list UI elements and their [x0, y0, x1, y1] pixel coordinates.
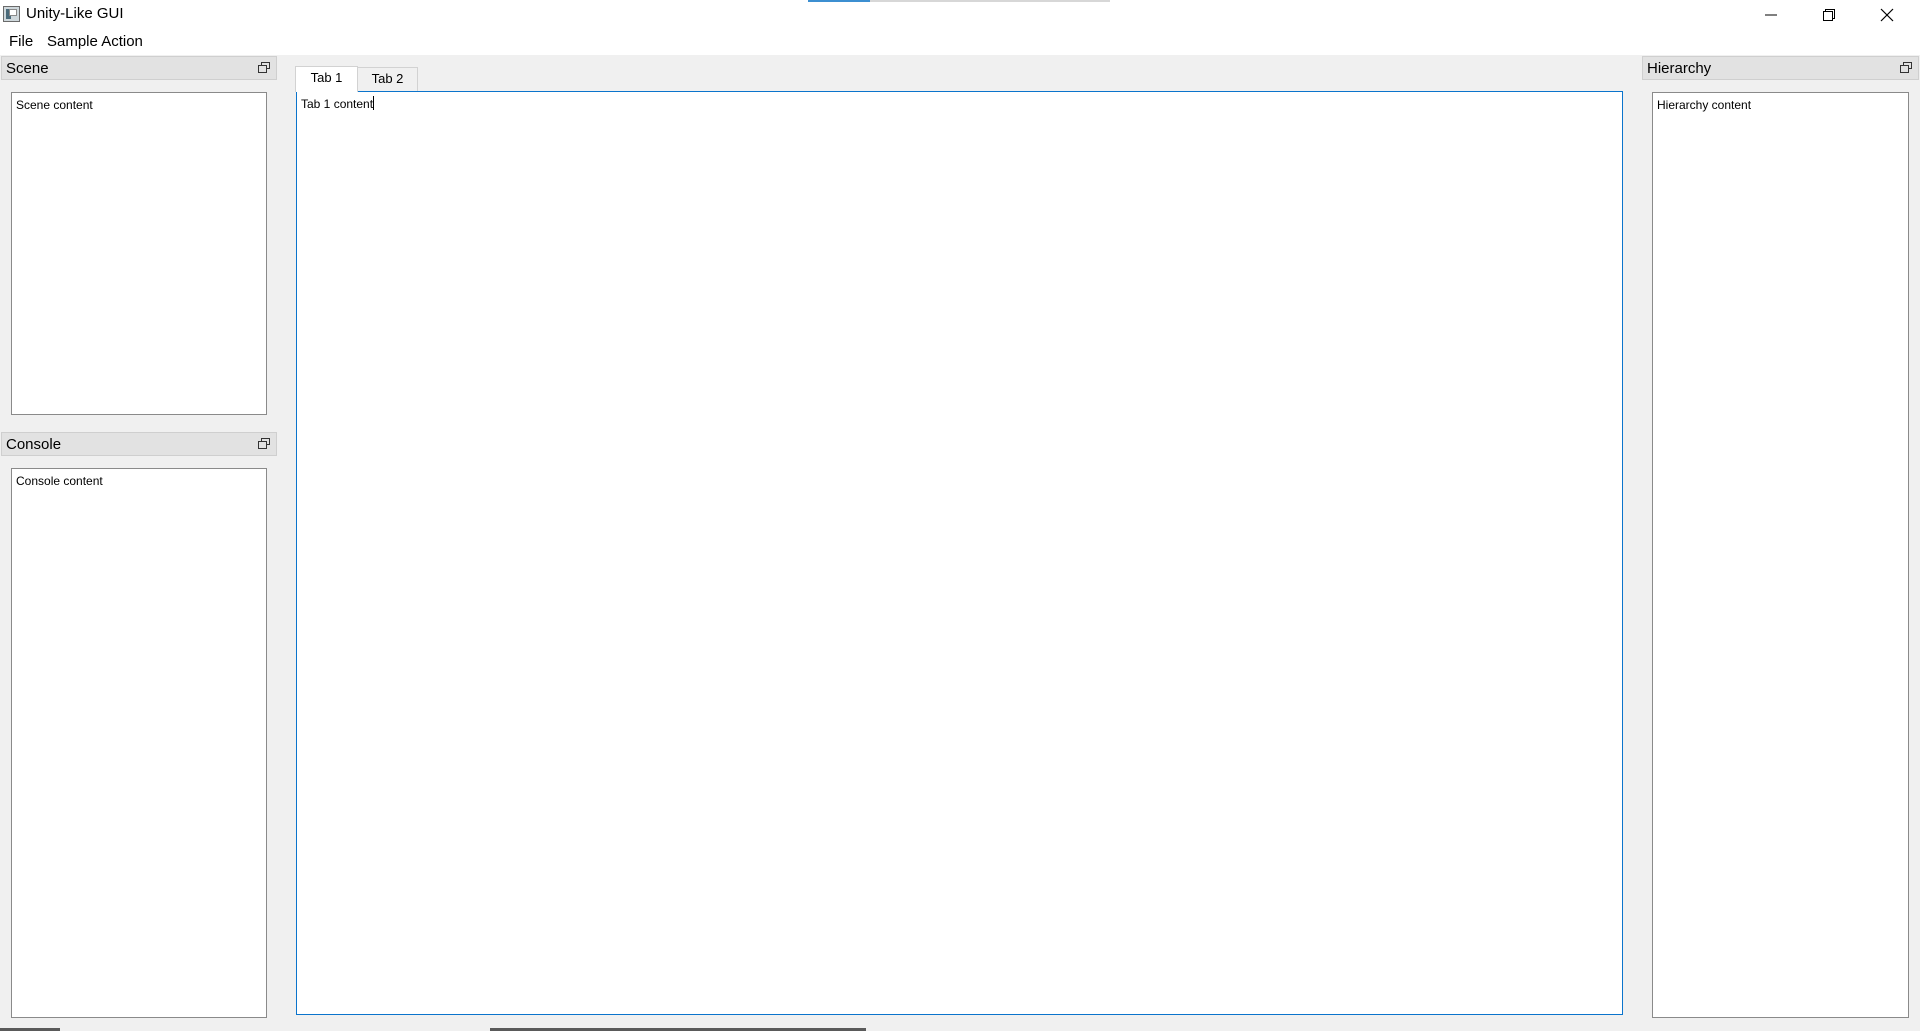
close-button[interactable] [1858, 0, 1916, 29]
tab-2[interactable]: Tab 2 [357, 67, 418, 91]
hierarchy-content: Hierarchy content [1657, 98, 1752, 112]
tab-1-content: Tab 1 content [301, 97, 374, 111]
scene-dock-title: Scene [6, 60, 49, 77]
app-icon [3, 6, 20, 22]
taskbar-focus-indicator [808, 0, 870, 2]
menu-file[interactable]: File [8, 33, 34, 51]
scene-content: Scene content [16, 98, 93, 112]
text-caret [373, 96, 375, 110]
hierarchy-dock-header[interactable]: Hierarchy [1642, 56, 1919, 80]
console-dock-header[interactable]: Console [1, 432, 277, 456]
console-panel[interactable]: Console content [11, 468, 267, 1018]
hierarchy-dock-title: Hierarchy [1647, 60, 1712, 77]
float-window-icon[interactable] [258, 438, 270, 449]
restore-button[interactable] [1800, 0, 1858, 29]
minimize-icon [1765, 14, 1777, 15]
float-window-icon[interactable] [258, 62, 270, 73]
taskbar-indicator-track [870, 0, 1110, 2]
console-dock-title: Console [6, 436, 62, 453]
float-window-icon[interactable] [1900, 62, 1912, 73]
console-content: Console content [16, 474, 103, 488]
restore-icon [1823, 8, 1835, 21]
scene-dock-header[interactable]: Scene [1, 56, 277, 80]
menu-sample-action[interactable]: Sample Action [46, 33, 144, 51]
close-icon [1880, 8, 1894, 21]
menu-bar: File Sample Action [0, 29, 1920, 55]
tab-1-content-line: Tab 1 content [301, 96, 375, 112]
minimize-button[interactable] [1742, 0, 1800, 29]
scene-panel[interactable]: Scene content [11, 92, 267, 415]
tab-1[interactable]: Tab 1 [295, 66, 358, 92]
title-bar: Unity-Like GUI [0, 0, 1920, 29]
tab-1-text-editor[interactable]: Tab 1 content [296, 91, 1623, 1015]
window-title: Unity-Like GUI [26, 5, 124, 22]
hierarchy-panel[interactable]: Hierarchy content [1652, 92, 1909, 1018]
